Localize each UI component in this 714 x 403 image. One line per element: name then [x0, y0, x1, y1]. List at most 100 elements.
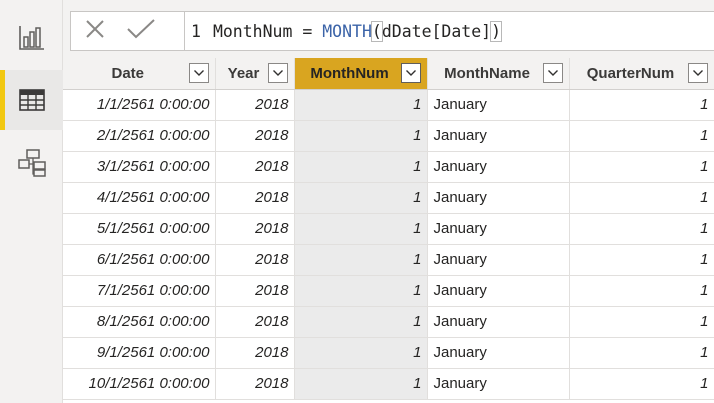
- table-cell[interactable]: 2/1/2561 0:00:00: [63, 120, 216, 152]
- table-cell[interactable]: 2018: [215, 213, 295, 245]
- column-filter-button[interactable]: [400, 63, 421, 83]
- formula-open-paren: (: [370, 20, 383, 42]
- cancel-formula-button[interactable]: [71, 12, 119, 50]
- table-cell[interactable]: 1: [294, 368, 428, 400]
- table-row: 5/1/2561 0:00:00 2018 1 January 1: [63, 213, 714, 245]
- chevron-down-icon: [193, 70, 204, 76]
- table-cell[interactable]: 1: [294, 244, 428, 276]
- column-header[interactable]: QuarterNum: [569, 58, 714, 90]
- table-cell[interactable]: 2018: [215, 306, 295, 338]
- column-header-label: Year: [227, 64, 260, 82]
- table-row: 9/1/2561 0:00:00 2018 1 January 1: [63, 337, 714, 369]
- table-cell[interactable]: 1: [294, 337, 428, 369]
- table-cell[interactable]: January: [427, 244, 570, 276]
- column-header[interactable]: Year: [215, 58, 295, 90]
- formula-measure-name: MonthNum =: [212, 21, 323, 41]
- table-cell[interactable]: 1/1/2561 0:00:00: [63, 89, 216, 121]
- table-cell[interactable]: 1: [294, 275, 428, 307]
- table-cell[interactable]: 2018: [215, 182, 295, 214]
- table-row: 7/1/2561 0:00:00 2018 1 January 1: [63, 275, 714, 307]
- table-cell[interactable]: January: [427, 120, 570, 152]
- table-cell[interactable]: 1: [294, 213, 428, 245]
- table-cell[interactable]: 1: [294, 182, 428, 214]
- column-filter-button[interactable]: [542, 63, 563, 83]
- table-cell[interactable]: January: [427, 89, 570, 121]
- table-cell[interactable]: 1: [294, 89, 428, 121]
- table-cell[interactable]: 1: [569, 151, 714, 183]
- table-cell[interactable]: 2018: [215, 275, 295, 307]
- column-filter-button[interactable]: [687, 63, 708, 83]
- table-cell[interactable]: January: [427, 213, 570, 245]
- table-icon: [18, 88, 46, 112]
- table-cell[interactable]: 3/1/2561 0:00:00: [63, 151, 216, 183]
- formula-close-paren: ): [490, 20, 503, 42]
- table-cell[interactable]: January: [427, 337, 570, 369]
- data-table: Date Year MonthNum MonthName QuarterNum 1/1/…: [63, 58, 714, 400]
- table-row: 3/1/2561 0:00:00 2018 1 January 1: [63, 151, 714, 183]
- table-cell[interactable]: 1: [294, 306, 428, 338]
- chevron-down-icon: [405, 70, 416, 76]
- model-view-button[interactable]: [0, 133, 63, 193]
- table-cell[interactable]: 2018: [215, 151, 295, 183]
- model-icon: [17, 148, 47, 178]
- formula-bar: 1 MonthNum = MONTH(dDate[Date]): [63, 0, 714, 58]
- table-cell[interactable]: 10/1/2561 0:00:00: [63, 368, 216, 400]
- table-cell[interactable]: 4/1/2561 0:00:00: [63, 182, 216, 214]
- table-cell[interactable]: 1: [569, 89, 714, 121]
- column-header[interactable]: MonthName: [427, 58, 570, 90]
- table-cell[interactable]: 2018: [215, 89, 295, 121]
- table-cell[interactable]: 2018: [215, 337, 295, 369]
- table-cell[interactable]: 1: [569, 120, 714, 152]
- table-cell[interactable]: January: [427, 306, 570, 338]
- close-icon: [85, 19, 105, 44]
- table-cell[interactable]: 2018: [215, 244, 295, 276]
- table-row: 6/1/2561 0:00:00 2018 1 January 1: [63, 244, 714, 276]
- table-cell[interactable]: 1: [569, 213, 714, 245]
- formula-argument: dDate[Date]: [381, 21, 492, 41]
- data-grid: Date Year MonthNum MonthName QuarterNum 1/1/…: [63, 58, 714, 403]
- table-cell[interactable]: 1: [569, 306, 714, 338]
- table-row: 8/1/2561 0:00:00 2018 1 January 1: [63, 306, 714, 338]
- chevron-down-icon: [692, 70, 703, 76]
- table-row: 2/1/2561 0:00:00 2018 1 January 1: [63, 120, 714, 152]
- table-cell[interactable]: 1: [569, 182, 714, 214]
- table-cell[interactable]: 1: [294, 120, 428, 152]
- formula-line-number: 1: [191, 21, 201, 41]
- table-cell[interactable]: 5/1/2561 0:00:00: [63, 213, 216, 245]
- formula-input[interactable]: 1 MonthNum = MONTH(dDate[Date]): [184, 11, 714, 51]
- table-cell[interactable]: January: [427, 275, 570, 307]
- view-switcher-rail: [0, 0, 63, 403]
- column-filter-button[interactable]: [267, 63, 288, 83]
- table-row: 1/1/2561 0:00:00 2018 1 January 1: [63, 89, 714, 121]
- column-filter-button[interactable]: [188, 63, 209, 83]
- table-cell[interactable]: 1: [569, 368, 714, 400]
- table-cell[interactable]: 9/1/2561 0:00:00: [63, 337, 216, 369]
- chevron-down-icon: [272, 70, 283, 76]
- table-cell[interactable]: January: [427, 182, 570, 214]
- data-view-button[interactable]: [0, 70, 63, 130]
- column-header-label: MonthName: [444, 64, 530, 82]
- table-cell[interactable]: January: [427, 151, 570, 183]
- column-header-label: MonthNum: [310, 64, 389, 82]
- table-row: 4/1/2561 0:00:00 2018 1 January 1: [63, 182, 714, 214]
- table-cell[interactable]: January: [427, 368, 570, 400]
- bar-chart-icon: [18, 25, 46, 51]
- table-cell[interactable]: 8/1/2561 0:00:00: [63, 306, 216, 338]
- table-row: 10/1/2561 0:00:00 2018 1 January 1: [63, 368, 714, 400]
- table-cell[interactable]: 7/1/2561 0:00:00: [63, 275, 216, 307]
- header-row: Date Year MonthNum MonthName QuarterNum: [63, 58, 714, 90]
- table-cell[interactable]: 1: [294, 151, 428, 183]
- checkmark-icon: [126, 18, 156, 45]
- column-header[interactable]: MonthNum: [294, 58, 428, 90]
- report-view-button[interactable]: [0, 8, 63, 68]
- column-header-label: Date: [111, 64, 144, 82]
- commit-formula-button[interactable]: [117, 12, 165, 50]
- table-cell[interactable]: 6/1/2561 0:00:00: [63, 244, 216, 276]
- column-header[interactable]: Date: [63, 58, 216, 90]
- table-cell[interactable]: 2018: [215, 120, 295, 152]
- chevron-down-icon: [547, 70, 558, 76]
- table-cell[interactable]: 1: [569, 275, 714, 307]
- table-cell[interactable]: 1: [569, 244, 714, 276]
- table-cell[interactable]: 1: [569, 337, 714, 369]
- table-cell[interactable]: 2018: [215, 368, 295, 400]
